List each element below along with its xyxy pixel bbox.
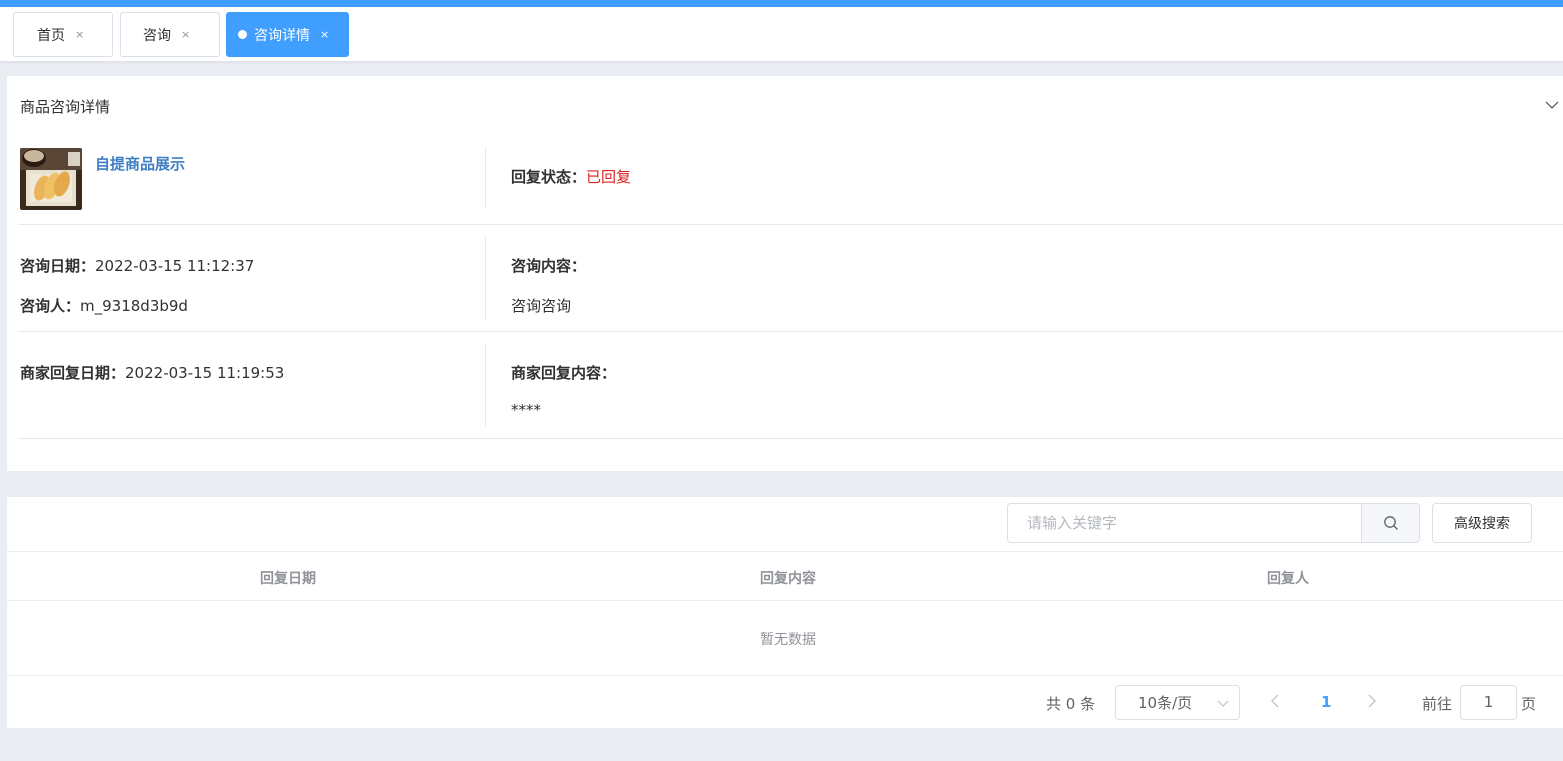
merchant-reply-content-label: 商家回复内容： <box>511 364 617 382</box>
page-size-value: 10条/页 <box>1138 694 1193 712</box>
divider <box>7 675 1563 676</box>
divider <box>485 344 486 426</box>
top-accent-bar <box>0 0 1563 7</box>
goto-label: 前往 <box>1422 695 1453 713</box>
column-header[interactable]: 回复人 <box>1267 568 1309 588</box>
next-page-icon[interactable] <box>1366 693 1378 709</box>
tab-consult[interactable]: 咨询 × <box>120 12 220 57</box>
reply-status-value: 已回复 <box>586 168 632 186</box>
consult-date-label: 咨询日期： <box>20 257 96 275</box>
close-icon[interactable]: × <box>75 28 84 41</box>
reply-status-label: 回复状态： <box>511 168 587 186</box>
search-button[interactable] <box>1361 504 1419 542</box>
page-suffix: 页 <box>1521 695 1537 713</box>
advanced-search-button[interactable]: 高级搜索 <box>1432 503 1532 543</box>
consultant: 咨询人：m_9318d3b9d <box>20 295 188 316</box>
divider <box>485 148 486 208</box>
search-input[interactable] <box>1008 504 1361 542</box>
card-title: 商品咨询详情 <box>20 98 111 116</box>
prev-page-icon[interactable] <box>1269 693 1281 709</box>
consult-date-value: 2022-03-15 11:12:37 <box>95 257 255 275</box>
reply-list-card: 高级搜索 回复日期 回复内容 回复人 暂无数据 共 0 条 10条/页 1 前往… <box>7 497 1563 728</box>
table-header: 回复日期 回复内容 回复人 <box>7 551 1563 601</box>
close-icon[interactable]: × <box>181 28 190 41</box>
search-box <box>1007 503 1420 543</box>
tab-home[interactable]: 首页 × <box>13 12 113 57</box>
consultant-value: m_9318d3b9d <box>80 297 188 315</box>
merchant-reply-date-label: 商家回复日期： <box>20 364 126 382</box>
goto-page-input[interactable]: 1 <box>1460 685 1517 720</box>
column-header[interactable]: 回复日期 <box>260 568 316 588</box>
chevron-down-icon <box>1217 700 1229 707</box>
divider <box>19 224 1563 225</box>
consultant-label: 咨询人： <box>20 297 81 315</box>
tab-consult-label: 咨询 <box>143 27 171 44</box>
merchant-reply-date: 商家回复日期：2022-03-15 11:19:53 <box>20 362 284 383</box>
goods-name-link[interactable]: 自提商品展示 <box>95 153 185 174</box>
consult-detail-card: 商品咨询详情 自提商品展示 回复状态：已回复 咨询日期：2022-03-15 1… <box>7 76 1563 471</box>
consult-date: 咨询日期：2022-03-15 11:12:37 <box>20 255 254 276</box>
column-header[interactable]: 回复内容 <box>760 568 816 588</box>
tab-home-label: 首页 <box>37 27 65 44</box>
tabs-bar: 首页 × 咨询 × 咨询详情 × <box>0 7 1563 61</box>
chevron-down-icon[interactable] <box>1545 98 1559 112</box>
search-icon <box>1383 516 1398 530</box>
consult-content-value: 咨询咨询 <box>511 297 572 315</box>
close-icon[interactable]: × <box>320 28 329 41</box>
tab-consult-detail-label: 咨询详情 <box>254 27 310 44</box>
merchant-reply-date-value: 2022-03-15 11:19:53 <box>125 364 285 382</box>
pagination-total: 共 0 条 <box>1046 695 1096 713</box>
page-number-current[interactable]: 1 <box>1321 693 1331 711</box>
consult-content-label: 咨询内容： <box>511 257 587 275</box>
tab-consult-detail[interactable]: 咨询详情 × <box>226 12 349 57</box>
goods-image <box>20 148 82 210</box>
divider <box>19 438 1563 439</box>
merchant-reply-content-value: **** <box>511 401 541 419</box>
active-dot-icon <box>238 30 247 39</box>
reply-status: 回复状态：已回复 <box>511 166 631 187</box>
divider <box>19 331 1563 332</box>
divider <box>485 237 486 319</box>
page-size-select[interactable]: 10条/页 <box>1115 685 1240 720</box>
empty-text: 暂无数据 <box>760 632 816 648</box>
